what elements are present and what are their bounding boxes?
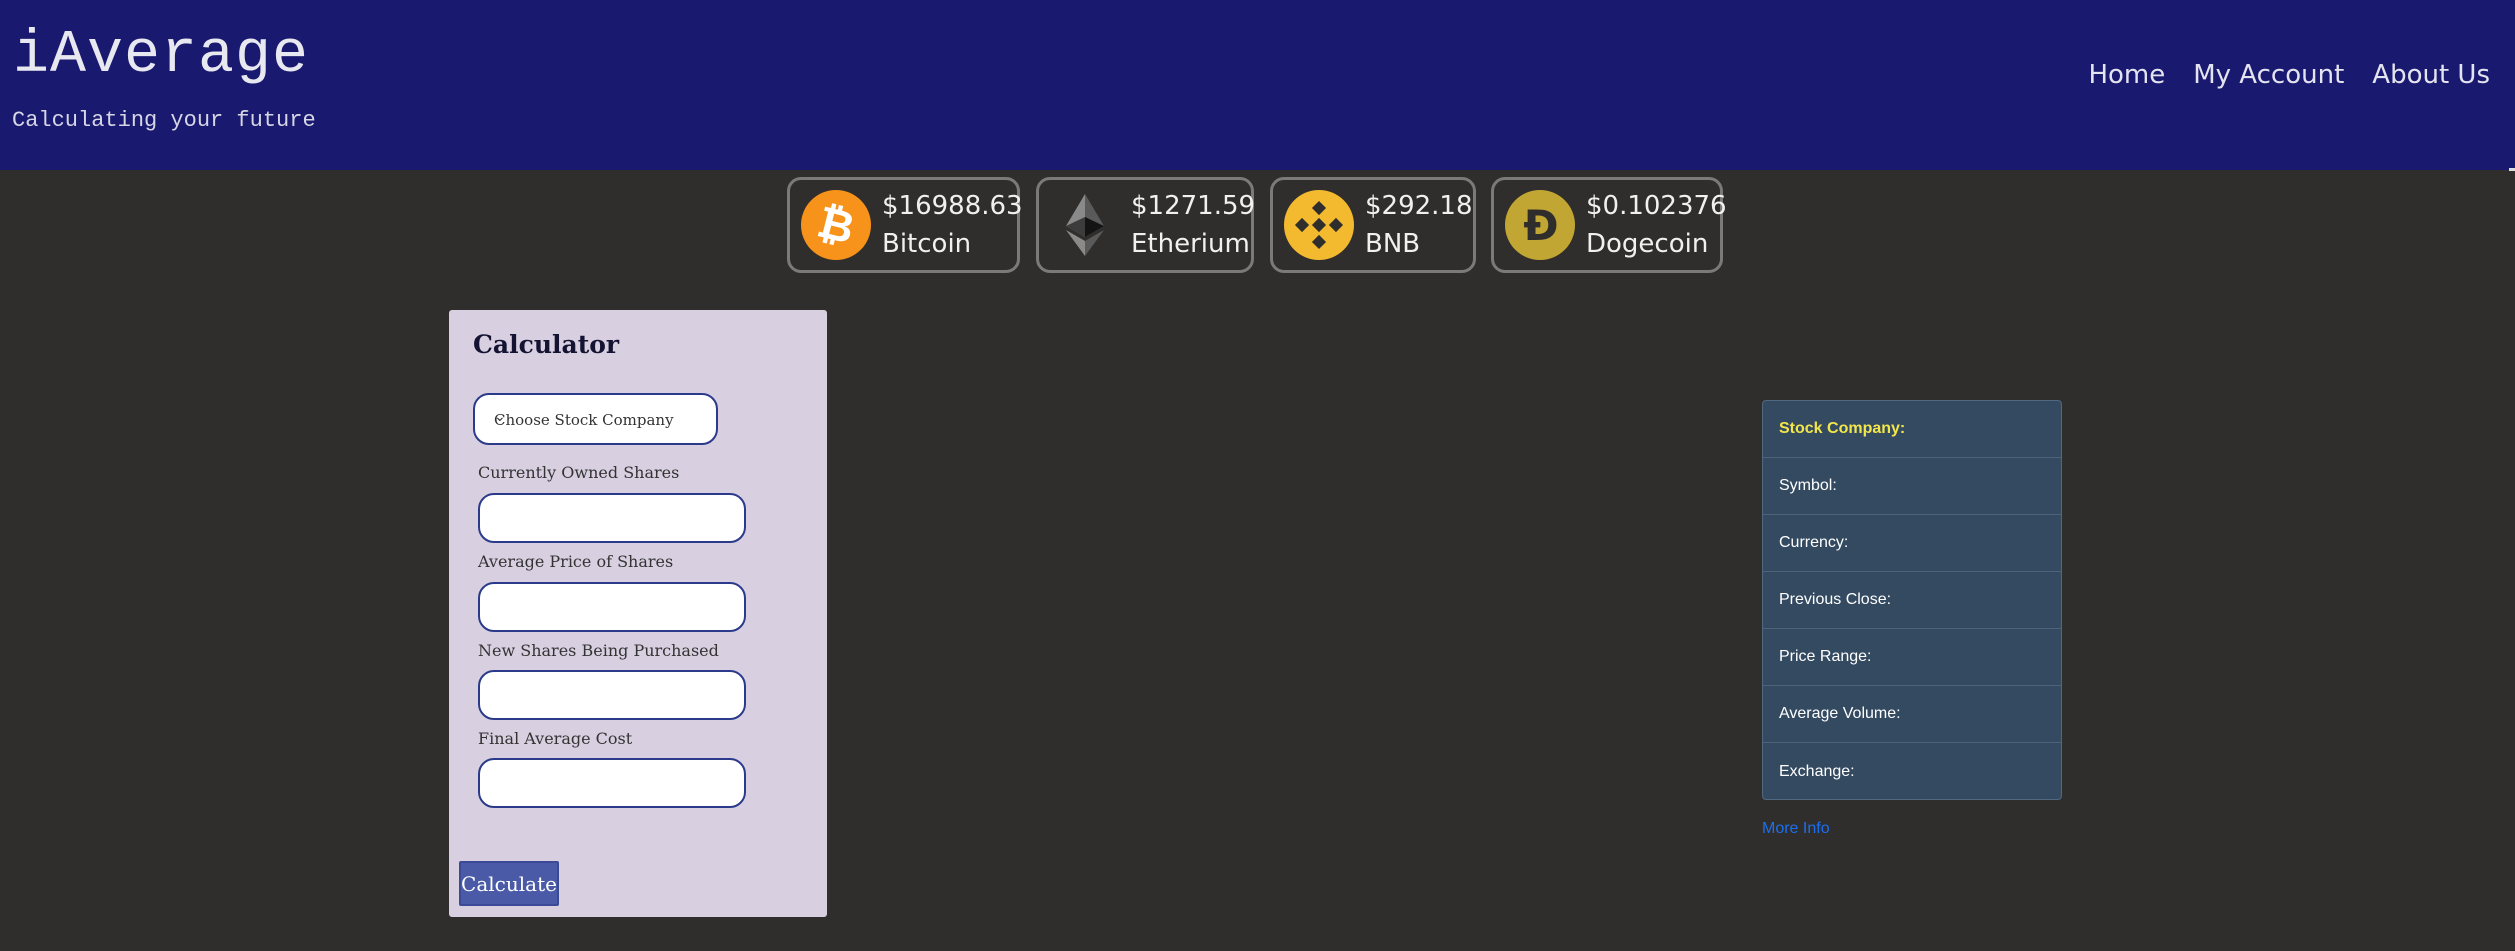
brand-subtitle: Calculating your future — [12, 108, 316, 133]
app-header: iAverage Calculating your future Home My… — [0, 0, 2515, 170]
ticker-name: Dogecoin — [1586, 229, 1709, 259]
final-average-label: Final Average Cost — [478, 729, 633, 748]
svg-text:₿: ₿ — [812, 196, 859, 254]
brand-title: iAverage — [13, 22, 310, 90]
owned-shares-label: Currently Owned Shares — [478, 463, 680, 482]
ticker-price: $1271.59 — [1131, 191, 1256, 221]
nav-about-us[interactable]: About Us — [2372, 60, 2490, 90]
ticker-card-bitcoin[interactable]: ₿ $16988.63 Bitcoin — [787, 177, 1023, 273]
more-info-link[interactable]: More Info — [1762, 820, 1830, 838]
ticker-price: $292.18 — [1365, 191, 1473, 221]
nav-home[interactable]: Home — [2088, 60, 2165, 90]
ticker-card-bnb[interactable]: $292.18 BNB — [1270, 177, 1476, 273]
ticker-name: Etherium — [1131, 229, 1250, 259]
edge-marker — [2509, 168, 2515, 171]
info-row-company: Stock Company: — [1763, 401, 2061, 458]
ticker-card-dogecoin[interactable]: Đ $0.102376 Dogecoin — [1491, 177, 1727, 273]
main-nav: Home My Account About Us — [2088, 60, 2490, 90]
new-shares-input[interactable] — [478, 670, 746, 720]
average-price-label: Average Price of Shares — [478, 552, 674, 571]
ethereum-icon — [1050, 190, 1120, 260]
stock-company-select[interactable]: Choose Stock Company ⌄ — [473, 393, 718, 445]
info-row-price-range: Price Range: — [1763, 629, 2061, 686]
ticker-card-ethereum[interactable]: $1271.59 Etherium — [1036, 177, 1256, 273]
calculator-title: Calculator — [473, 330, 620, 359]
nav-my-account[interactable]: My Account — [2193, 60, 2344, 90]
dogecoin-icon: Đ — [1505, 190, 1575, 260]
info-row-symbol: Symbol: — [1763, 458, 2061, 515]
ticker-price: $16988.63 — [882, 191, 1023, 221]
ticker-price: $0.102376 — [1586, 191, 1727, 221]
svg-text:Đ: Đ — [1523, 201, 1558, 250]
bitcoin-icon: ₿ — [801, 190, 871, 260]
average-price-input[interactable] — [478, 582, 746, 632]
calculator-panel: Calculator Choose Stock Company ⌄ Curren… — [449, 310, 827, 917]
info-row-previous-close: Previous Close: — [1763, 572, 2061, 629]
info-row-currency: Currency: — [1763, 515, 2061, 572]
bnb-icon — [1284, 190, 1354, 260]
owned-shares-input[interactable] — [478, 493, 746, 543]
ticker-name: BNB — [1365, 229, 1421, 259]
info-row-average-volume: Average Volume: — [1763, 686, 2061, 743]
final-average-input[interactable] — [478, 758, 746, 808]
chevron-down-icon: ⌄ — [494, 409, 506, 425]
crypto-ticker: ₿ $16988.63 Bitcoin $1271.59 Etherium $2… — [0, 177, 2515, 273]
info-row-exchange: Exchange: — [1779, 762, 1855, 780]
stock-info-table: Stock Company: Symbol: Currency: Previou… — [1762, 400, 2062, 800]
ticker-name: Bitcoin — [882, 229, 972, 259]
calculate-button[interactable]: Calculate — [459, 861, 559, 906]
new-shares-label: New Shares Being Purchased — [478, 641, 719, 660]
